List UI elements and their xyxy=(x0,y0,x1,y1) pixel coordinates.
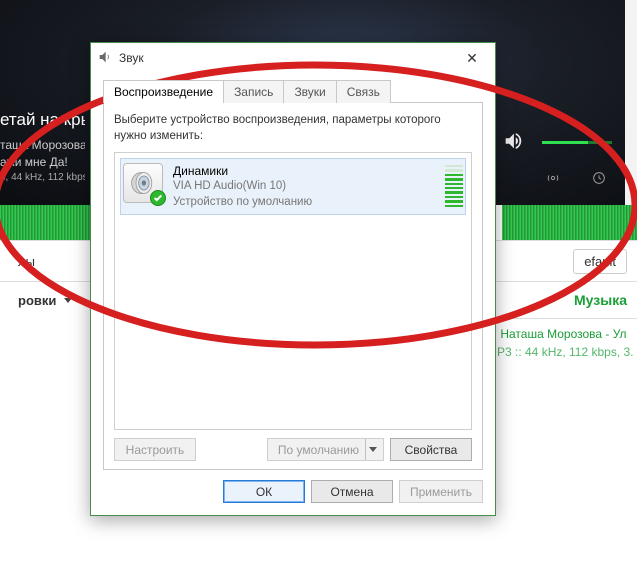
dialog-body: Воспроизведение Запись Звуки Связь Выбер… xyxy=(91,73,495,470)
playlist-track-line[interactable]: 1. Наташа Морозова - Ул xyxy=(487,325,631,343)
broadcast-icon[interactable] xyxy=(545,170,561,189)
cancel-button[interactable]: Отмена xyxy=(311,480,393,503)
player-right-edge xyxy=(625,0,637,205)
waveform-right-fragment xyxy=(502,205,637,240)
tab-record[interactable]: Запись xyxy=(223,80,284,103)
configure-button: Настроить xyxy=(114,438,196,461)
close-icon: ✕ xyxy=(466,50,478,67)
tab-sounds[interactable]: Звуки xyxy=(283,80,336,103)
default-check-icon xyxy=(150,190,166,206)
tab-playback[interactable]: Воспроизведение xyxy=(103,80,224,103)
playback-panel: Выберите устройство воспроизведения, пар… xyxy=(103,102,483,470)
device-name: Динамики xyxy=(173,163,435,179)
panel-button-row: Настроить По умолчанию Свойства xyxy=(114,438,472,461)
sound-app-icon xyxy=(97,49,113,68)
playlist-format-line: MP3 :: 44 kHz, 112 kbps, 3. xyxy=(487,343,631,361)
apply-button: Применить xyxy=(399,480,483,503)
close-button[interactable]: ✕ xyxy=(455,47,489,69)
left-partial-button[interactable]: лы xyxy=(10,250,43,273)
settings-dropdown-label: ровки xyxy=(18,293,56,308)
tab-communication[interactable]: Связь xyxy=(336,80,391,103)
sound-dialog-window: Звук ✕ Воспроизведение Запись Звуки Связ… xyxy=(90,42,496,516)
settings-dropdown[interactable]: ровки xyxy=(10,289,80,312)
speaker-device-icon xyxy=(123,163,163,203)
panel-instruction: Выберите устройство воспроизведения, пар… xyxy=(114,113,472,144)
left-partial-label: лы xyxy=(18,254,35,269)
volume-control-group xyxy=(502,130,612,155)
artist-name: таша Морозова xyxy=(0,138,85,152)
waveform-left-fragment xyxy=(0,205,90,240)
default-preset-label: efault xyxy=(584,254,616,269)
track-subtitle: ажи мне Да! xyxy=(0,155,68,169)
properties-button[interactable]: Свойства xyxy=(390,438,472,461)
device-status: Устройство по умолчанию xyxy=(173,195,435,211)
tab-strip: Воспроизведение Запись Звуки Связь xyxy=(103,80,483,103)
set-default-dropdown-icon xyxy=(365,439,379,460)
device-list[interactable]: Динамики VIA HD Audio(Win 10) Устройство… xyxy=(114,152,472,430)
dialog-title: Звук xyxy=(119,51,144,65)
player-sub-controls xyxy=(545,170,607,189)
dialog-titlebar[interactable]: Звук ✕ xyxy=(91,43,495,73)
default-preset-button[interactable]: efault xyxy=(573,249,627,274)
playlist-body: 1. Наташа Морозова - Ул MP3 :: 44 kHz, 1… xyxy=(487,318,637,361)
set-default-label: По умолчанию xyxy=(278,443,359,457)
set-default-button: По умолчанию xyxy=(267,438,384,461)
track-title: етай на крыл xyxy=(0,110,85,130)
clock-icon[interactable] xyxy=(591,170,607,189)
device-driver: VIA HD Audio(Win 10) xyxy=(173,179,435,195)
playlist-header[interactable]: Музыка xyxy=(574,292,627,308)
ok-button[interactable]: ОК xyxy=(223,480,305,503)
dialog-footer: ОК Отмена Применить xyxy=(91,470,495,515)
device-text: Динамики VIA HD Audio(Win 10) Устройство… xyxy=(173,163,435,210)
device-item-speakers[interactable]: Динамики VIA HD Audio(Win 10) Устройство… xyxy=(121,159,465,214)
volume-slider[interactable] xyxy=(542,141,612,144)
format-info: 3, 44 kHz, 112 kbps, Stere xyxy=(0,172,85,183)
device-level-meter xyxy=(445,163,463,207)
chevron-down-icon xyxy=(64,298,72,303)
volume-icon[interactable] xyxy=(502,130,524,155)
